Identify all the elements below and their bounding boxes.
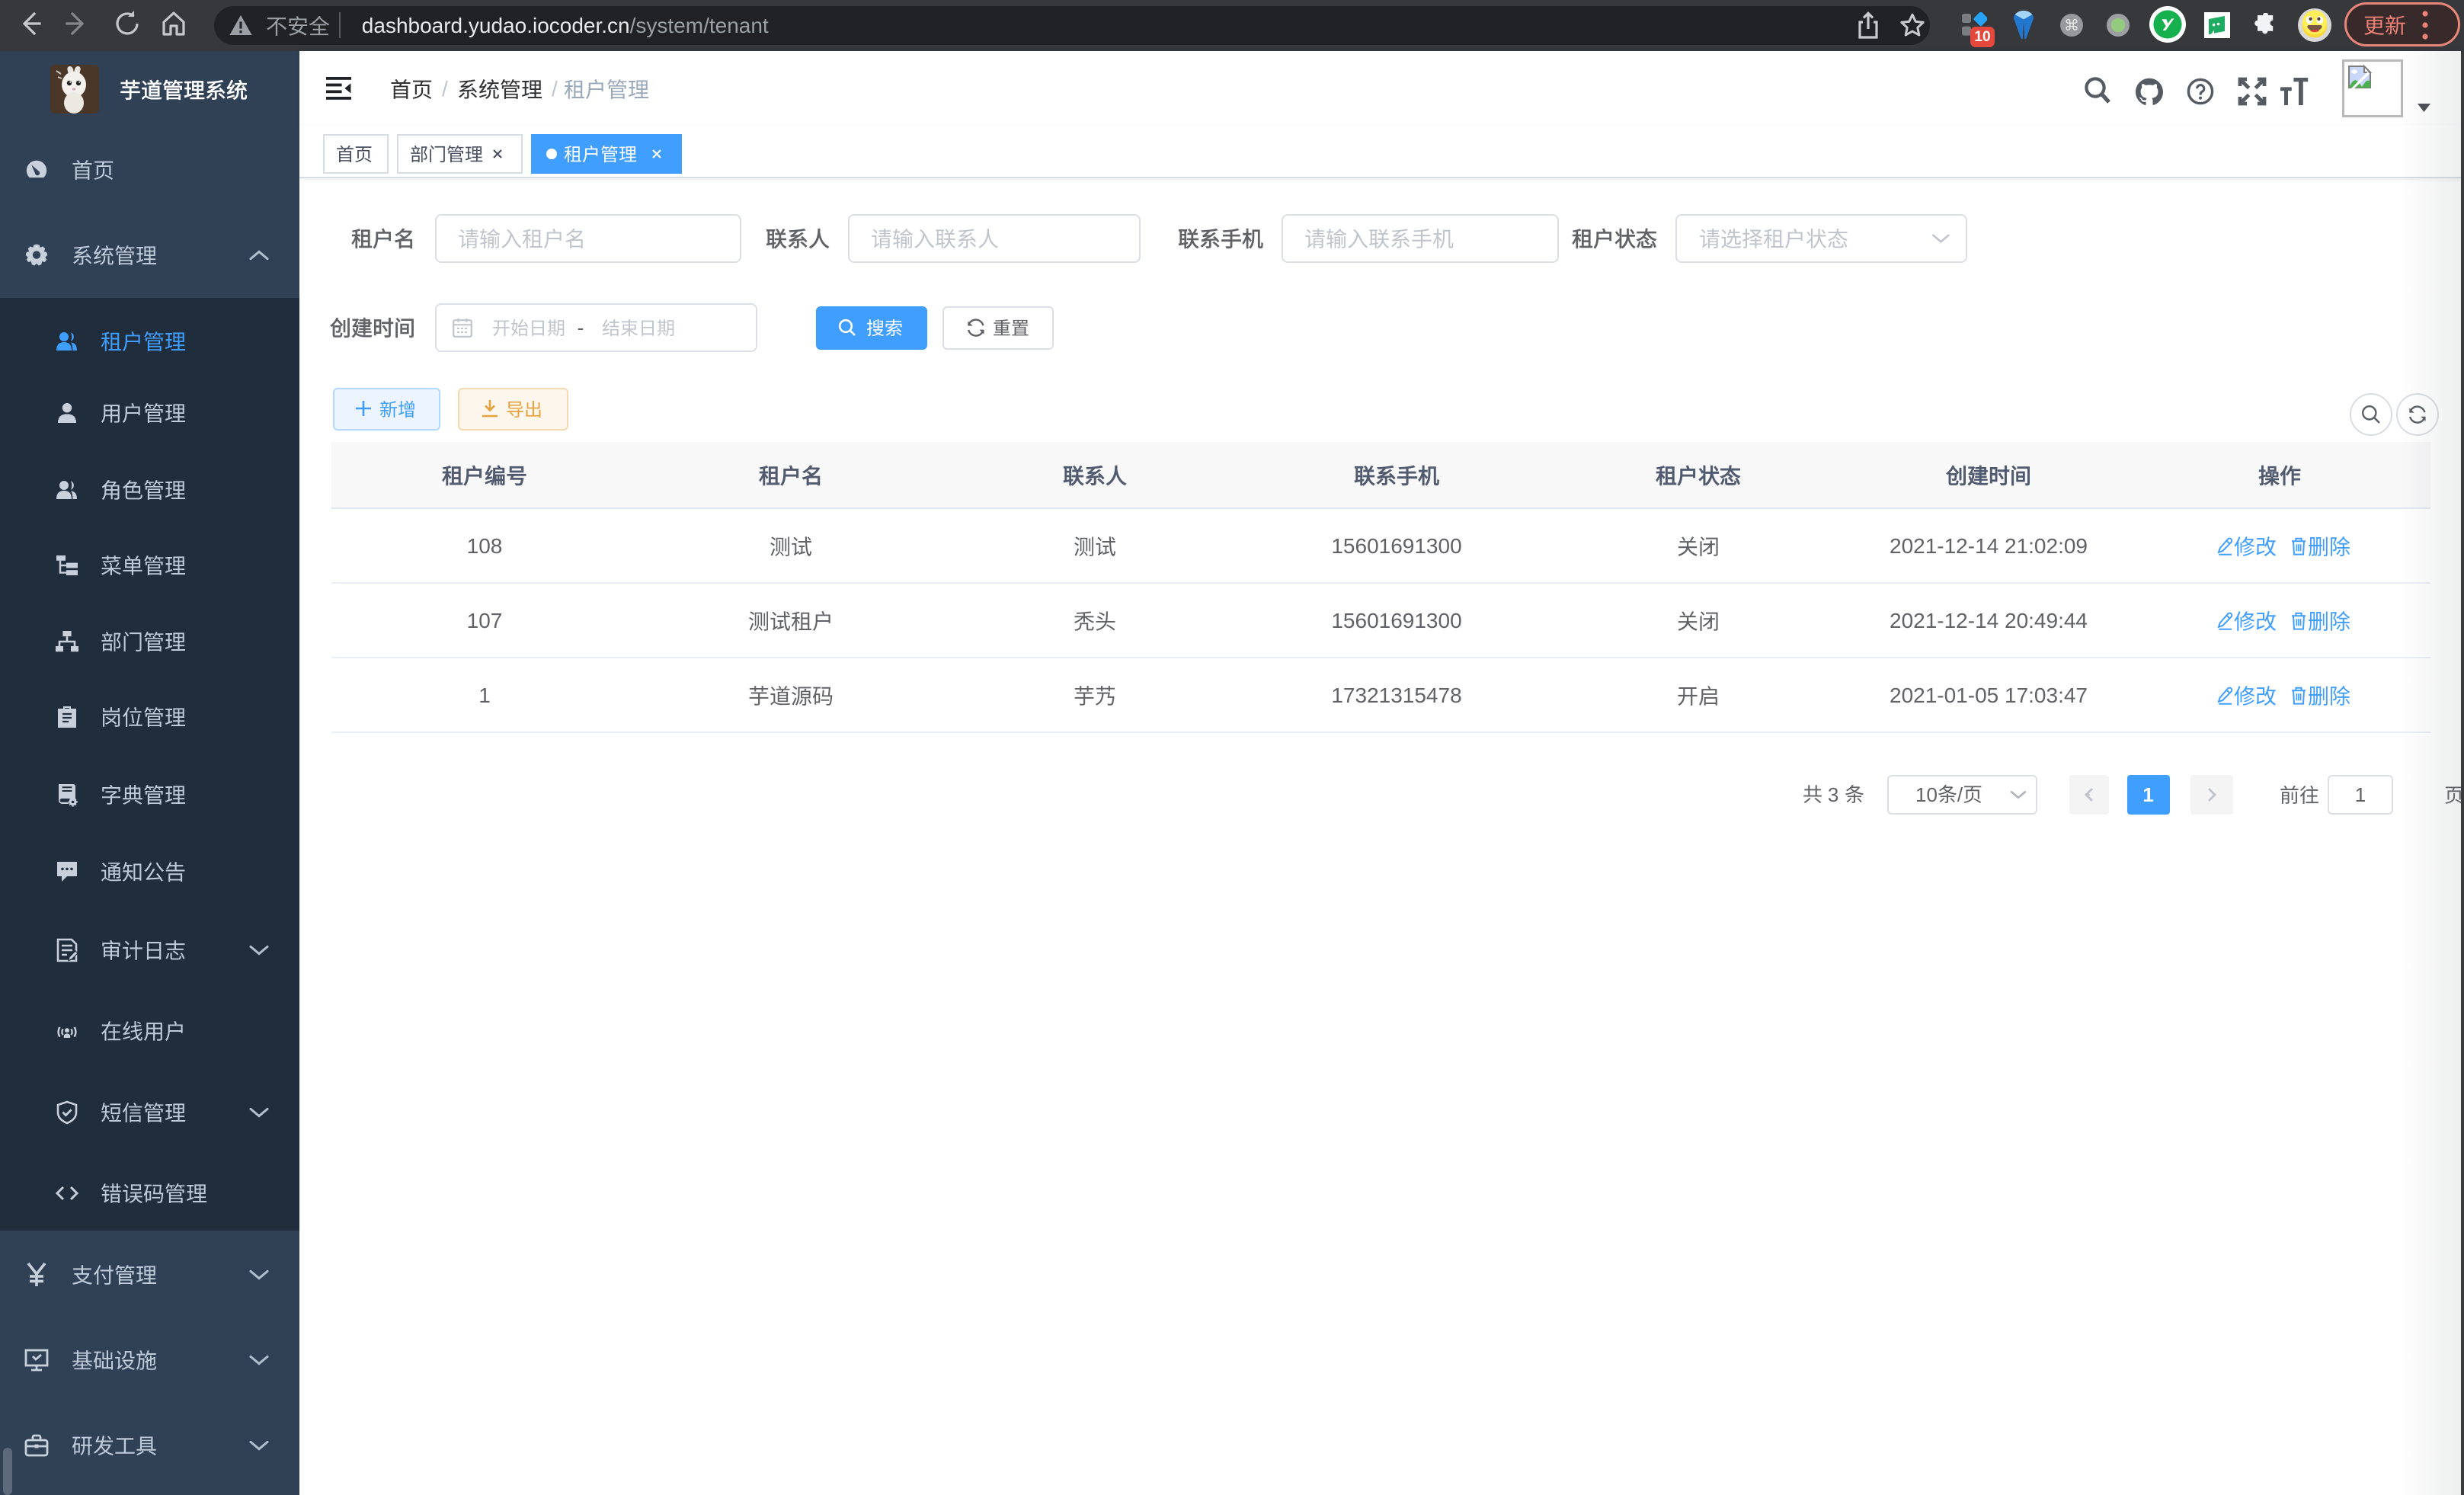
svg-text:⌘: ⌘ [2064,18,2079,34]
